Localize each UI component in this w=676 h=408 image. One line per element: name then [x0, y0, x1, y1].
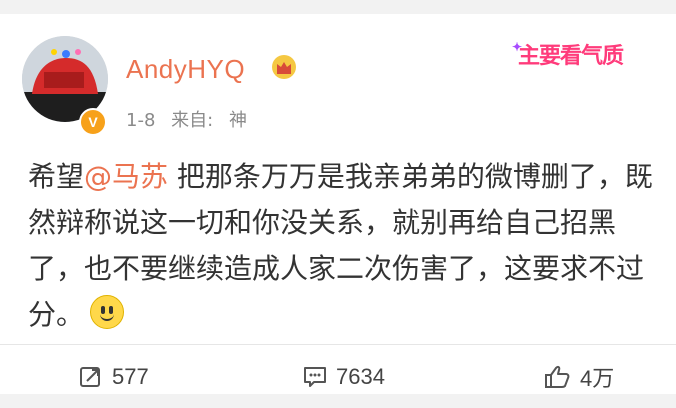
- smile-emoji-icon: [90, 295, 125, 329]
- repost-icon: [80, 366, 100, 387]
- author-name[interactable]: AndyHYQ: [126, 54, 245, 85]
- bottom-strip: [0, 394, 676, 408]
- like-count: 4万: [580, 365, 615, 391]
- top-strip: [0, 0, 676, 14]
- post-content: 希望@马苏 把那条万万是我亲弟弟的微博删了，既然辩称说这一切和你没关系，就别再给…: [28, 154, 658, 338]
- source-label: 来自:: [171, 110, 214, 131]
- like-icon: [545, 365, 570, 388]
- crown-icon: [272, 55, 296, 79]
- source-value: 神: [228, 110, 247, 131]
- watermark-text: 主要看气质: [518, 43, 624, 69]
- comment-count: 7634: [336, 363, 385, 389]
- post-meta: 1-8 来自: 神: [126, 106, 257, 132]
- verified-icon: V: [79, 108, 107, 136]
- watermark: ✦ 主要看气质: [512, 40, 624, 69]
- weibo-post-card: V AndyHYQ 1-8 来自: 神 ✦ 主要看气质 希望@马苏 把那条万万是…: [0, 14, 676, 394]
- mention-link[interactable]: @马苏: [84, 160, 168, 193]
- repost-count: 577: [112, 363, 149, 389]
- content-before-mention: 希望: [28, 160, 85, 193]
- comment-icon: [304, 366, 326, 387]
- post-time: 1-8: [126, 110, 156, 131]
